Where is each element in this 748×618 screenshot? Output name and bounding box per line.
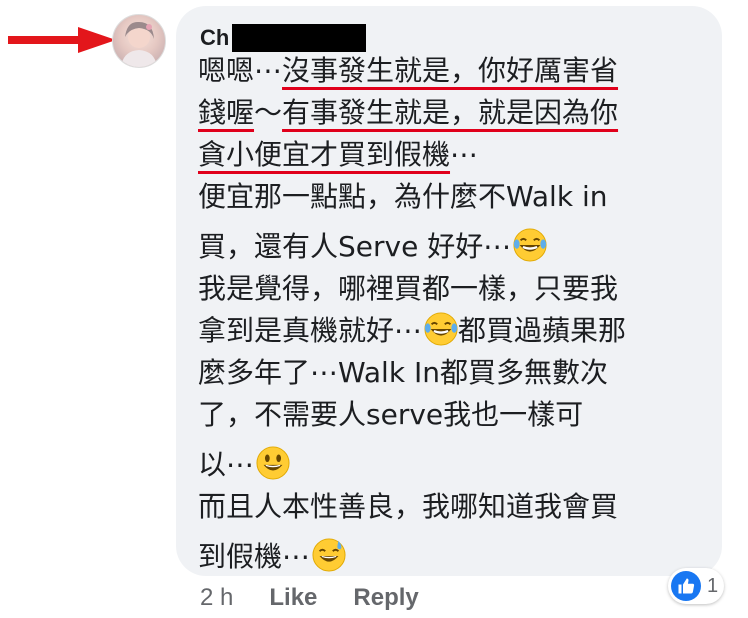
underlined-text: 沒事發生就是，你好厲害省 (282, 54, 619, 87)
comment-text-segment: 到假機⋯ (198, 540, 311, 573)
comment-line: 而且人本性善良，我哪知道我會買 (198, 486, 708, 528)
comment-line: 我是覺得，哪裡買都一樣，只要我 (198, 268, 708, 310)
laughing-tears-emoji-icon (513, 228, 547, 262)
comment-text-segment: ⋯ (450, 138, 479, 171)
avatar[interactable] (112, 14, 166, 68)
comment-line: 以⋯ (198, 444, 708, 486)
comment-line: 拿到是真機就好⋯ 都買過蘋果那 (198, 310, 708, 352)
underlined-text: 有事發生就是，就是因為你 (282, 96, 619, 129)
comment-text-segment: 買，還有人Serve 好好⋯ (198, 230, 512, 263)
reaction-count: 1 (707, 574, 719, 597)
comment-line: 嗯嗯⋯沒事發生就是，你好厲害省 (198, 50, 708, 92)
underlined-text: 貪小便宜才買到假機 (198, 138, 451, 171)
comment-line: 錢喔～有事發生就是，就是因為你 (198, 92, 708, 134)
comment-text-segment: 了，不需要人serve我也一樣可 (198, 398, 584, 431)
comment-actions: 2 h Like Reply (200, 584, 419, 612)
comment-line: 麼多年了⋯Walk In都買多無數次 (198, 352, 708, 394)
comment-text-segment: 麼多年了⋯Walk In都買多無數次 (198, 356, 608, 389)
comment-text-segment: 而且人本性善良，我哪知道我會買 (198, 490, 619, 523)
comment-text-segment: 拿到是真機就好⋯ (198, 314, 423, 347)
comment-text-segment: 嗯嗯⋯ (198, 54, 283, 87)
underlined-text: 錢喔 (198, 96, 255, 129)
comment-text-segment: 我是覺得，哪裡買都一樣，只要我 (198, 272, 619, 305)
reply-button[interactable]: Reply (353, 584, 418, 612)
comment-text: 嗯嗯⋯沒事發生就是，你好厲害省 錢喔～有事發生就是，就是因為你 貪小便宜才買到假機⋯… (198, 50, 708, 578)
laughing-tears-emoji-icon (424, 312, 458, 346)
red-arrow-icon (8, 27, 116, 53)
sweat-smile-emoji-icon (312, 538, 346, 572)
smiley-emoji-icon (256, 446, 290, 480)
comment-line: 了，不需要人serve我也一樣可 (198, 394, 708, 436)
comment-line: 到假機⋯ (198, 536, 708, 578)
comment-text-segment: 都買過蘋果那 (458, 314, 627, 347)
comment-text-segment: 便宜那一點點，為什麼不Walk in (198, 180, 608, 213)
timestamp-link[interactable]: 2 h (200, 584, 233, 612)
comment-line: 貪小便宜才買到假機⋯ (198, 134, 708, 176)
author-name[interactable]: Ch (200, 25, 229, 51)
avatar-photo-icon (121, 21, 157, 67)
comment-text-segment: 以⋯ (198, 448, 255, 481)
comment-line: 便宜那一點點，為什麼不Walk in (198, 176, 708, 218)
like-button[interactable]: Like (269, 584, 317, 612)
comment-line: 買，還有人Serve 好好⋯ (198, 226, 708, 268)
reaction-summary[interactable]: 1 (668, 568, 725, 604)
redaction-bar (232, 24, 367, 52)
thumbs-up-icon (671, 571, 701, 601)
comment-text-segment: ～ (254, 96, 283, 129)
